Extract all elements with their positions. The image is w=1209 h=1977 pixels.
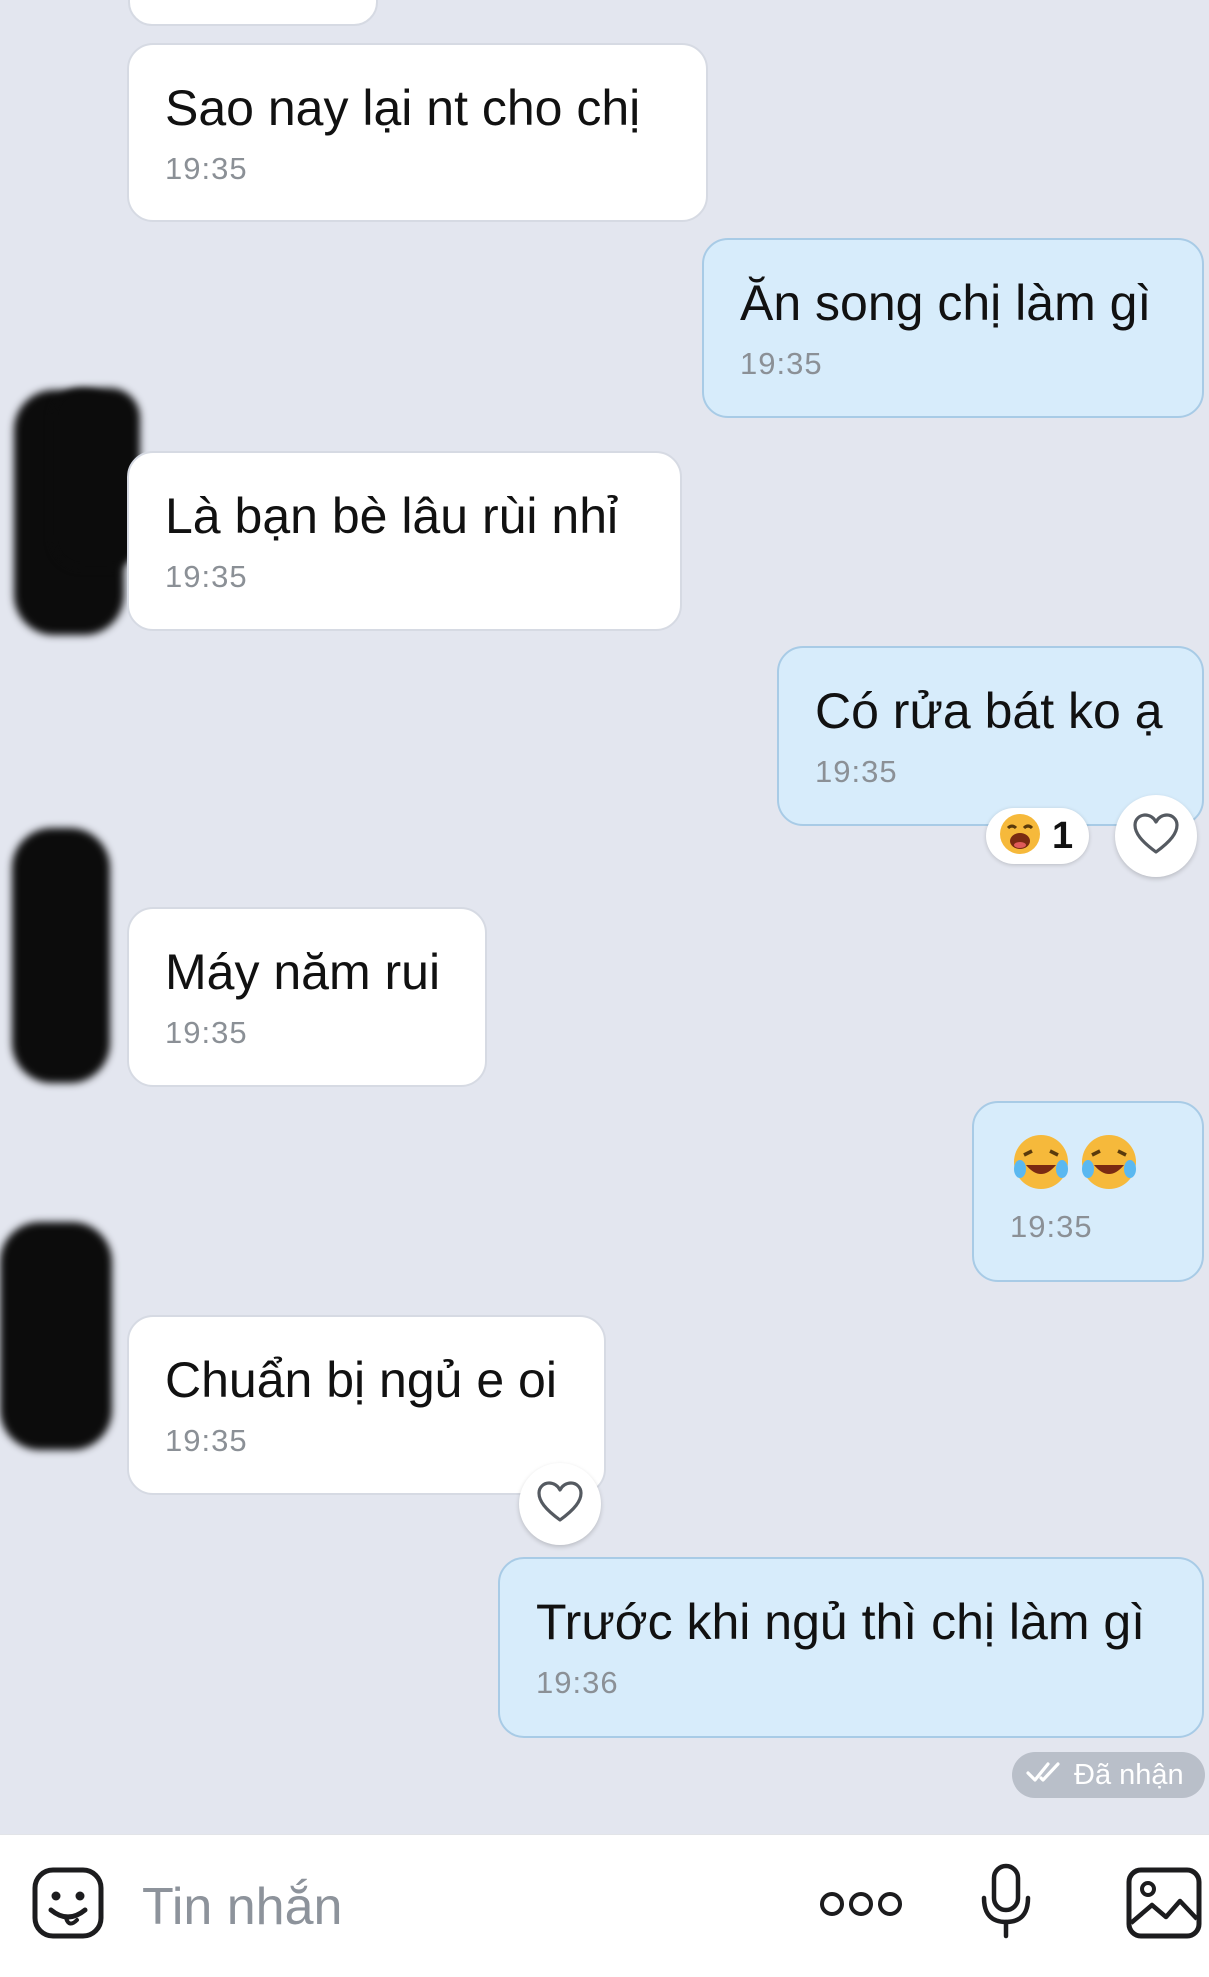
reaction-count: 1 [1052, 814, 1074, 857]
message-bubble-incoming[interactable]: Chuẩn bị ngủ e oi 19:35 [127, 1315, 606, 1495]
message-bubble-incoming[interactable]: Sao nay lại nt cho chị 19:35 [127, 43, 708, 222]
message-time: 19:35 [165, 1423, 248, 1458]
message-text: Có rửa bát ko ạ [815, 683, 1163, 739]
message-input[interactable]: Tin nhắn [142, 1877, 342, 1937]
message-time: 19:36 [536, 1665, 619, 1700]
message-time: 19:35 [815, 754, 898, 789]
double-check-icon [1026, 1759, 1066, 1792]
message-text: Chuẩn bị ngủ e oi [165, 1352, 557, 1408]
heart-icon [537, 1480, 583, 1528]
heart-react-button[interactable] [519, 1463, 601, 1545]
message-time: 19:35 [740, 346, 823, 381]
laughing-face-icon [998, 812, 1042, 861]
heart-react-button[interactable] [1115, 795, 1197, 877]
voice-record-button[interactable] [975, 1861, 1037, 1947]
delivery-status-label: Đã nhận [1074, 1758, 1184, 1791]
more-icon [819, 1889, 903, 1924]
sender-avatar-redacted[interactable] [0, 1222, 112, 1450]
delivery-status-badge: Đã nhận [1012, 1752, 1205, 1798]
message-bubble-incoming[interactable]: Máy năm rui 19:35 [127, 907, 487, 1087]
chat-area[interactable]: Sao nay lại nt cho chị 19:35 Ăn song chị… [0, 0, 1209, 1834]
rofl-icon [1010, 1131, 1072, 1201]
message-time: 19:35 [165, 1015, 248, 1050]
reaction-badge[interactable]: 1 [986, 808, 1090, 864]
message-text: Sao nay lại nt cho chị [165, 80, 641, 136]
message-time: 19:35 [1010, 1209, 1093, 1244]
heart-icon [1133, 812, 1179, 860]
message-text: Máy năm rui [165, 944, 441, 1000]
message-text: Ăn song chị làm gì [740, 275, 1152, 331]
message-text: Là bạn bè lâu rùi nhỉ [165, 488, 619, 544]
sticker-icon [31, 1866, 105, 1945]
message-bubble-outgoing[interactable]: Trước khi ngủ thì chị làm gì 19:36 [498, 1557, 1204, 1738]
message-input-placeholder: Tin nhắn [142, 1878, 343, 1936]
microphone-icon [978, 1862, 1034, 1947]
message-time: 19:35 [165, 151, 248, 186]
rofl-emoji-row [1010, 1131, 1166, 1201]
more-options-button[interactable] [815, 1883, 907, 1929]
message-bubble-partial[interactable] [128, 0, 378, 26]
image-picker-button[interactable] [1124, 1865, 1204, 1945]
message-bubble-outgoing[interactable]: 19:35 [972, 1101, 1204, 1282]
message-bubble-outgoing[interactable]: Ăn song chị làm gì 19:35 [702, 238, 1204, 418]
message-text: Trước khi ngủ thì chị làm gì [536, 1594, 1146, 1650]
sender-avatar-redacted[interactable] [12, 828, 110, 1083]
message-bubble-incoming[interactable]: Là bạn bè lâu rùi nhỉ 19:35 [127, 451, 682, 631]
message-time: 19:35 [165, 559, 248, 594]
message-composer-bar: Tin nhắn [0, 1834, 1209, 1977]
sticker-button[interactable] [28, 1865, 108, 1945]
rofl-icon [1078, 1131, 1140, 1201]
image-icon [1126, 1867, 1202, 1944]
